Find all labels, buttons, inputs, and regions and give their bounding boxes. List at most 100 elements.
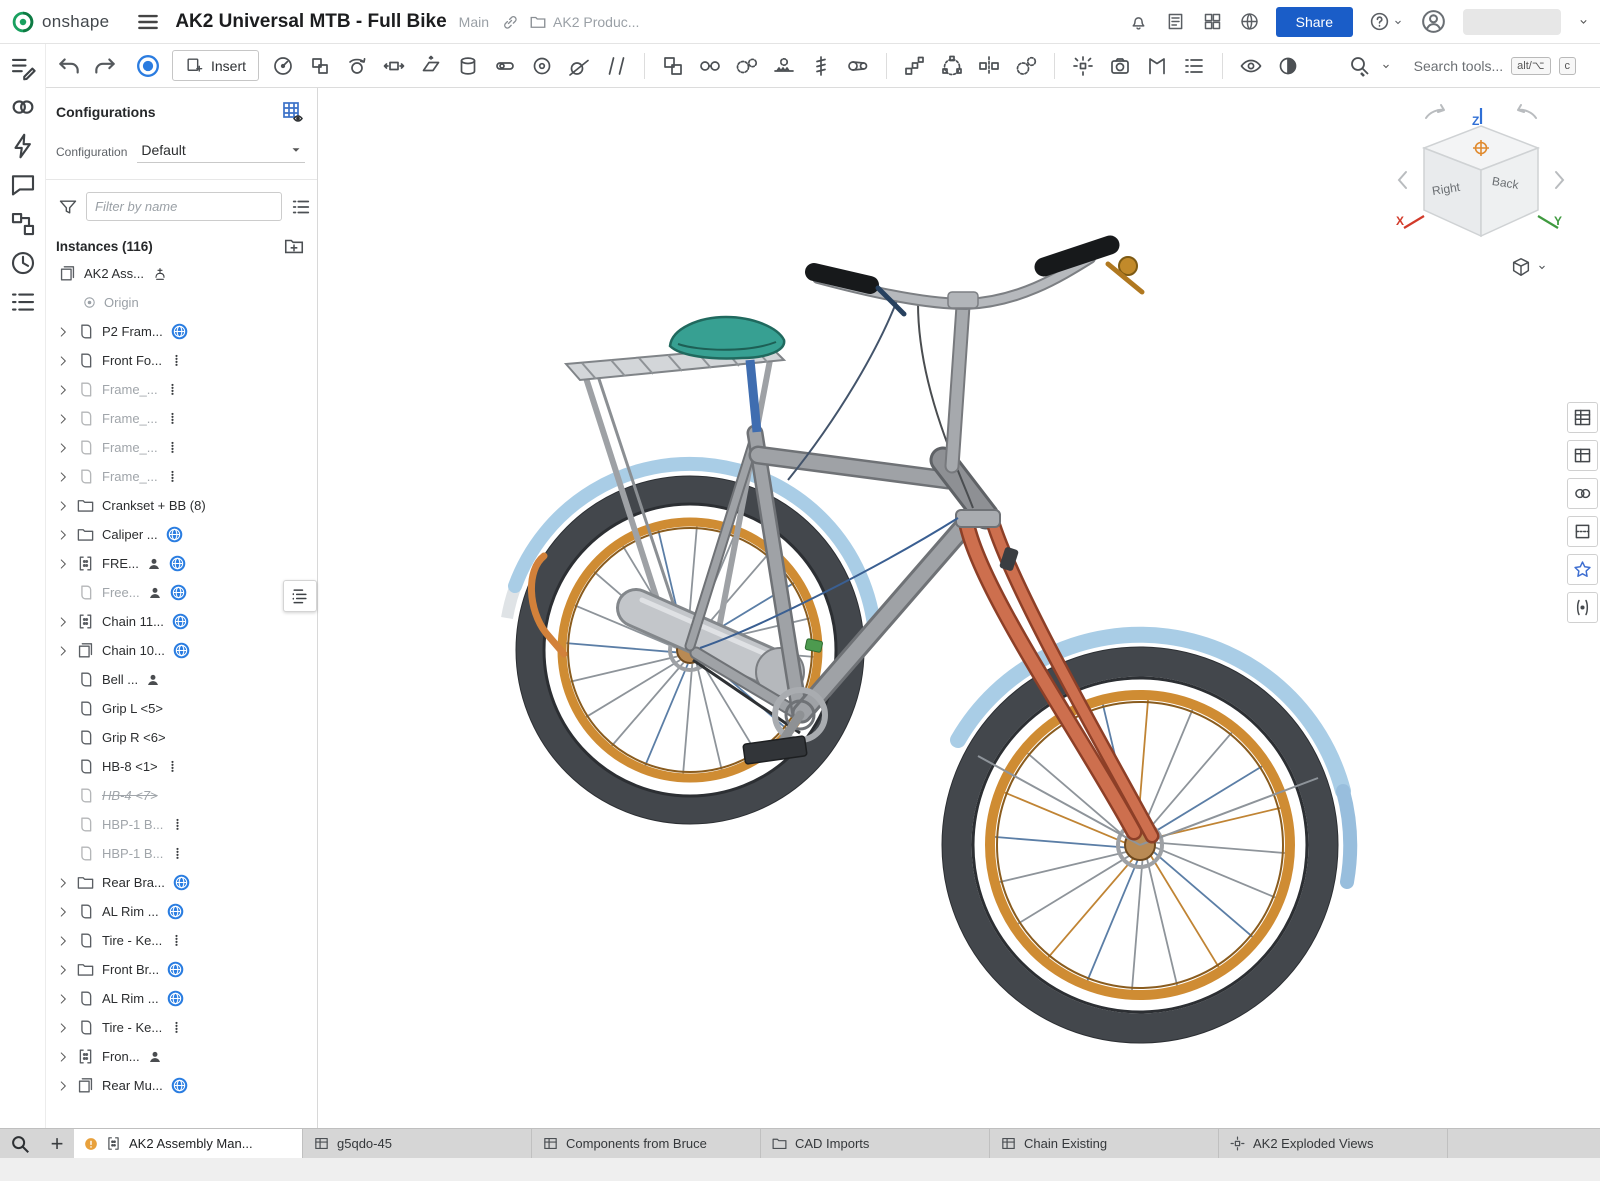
screw-relation-icon[interactable]	[809, 54, 833, 78]
mates-icon[interactable]	[8, 92, 38, 122]
rotate-view-tool-icon[interactable]	[134, 52, 162, 80]
assembly-features-icon[interactable]	[8, 53, 38, 83]
instance-row[interactable]: Front Fo...	[46, 346, 317, 375]
instance-row[interactable]: P2 Fram...	[46, 317, 317, 346]
instance-row[interactable]: Chain 10...	[46, 636, 317, 665]
expand-icon[interactable]	[54, 354, 72, 368]
instance-row[interactable]: Rear Mu...	[46, 1071, 317, 1100]
expand-icon[interactable]	[54, 412, 72, 426]
expand-icon[interactable]	[54, 1050, 72, 1064]
mate-connector-icon[interactable]	[271, 54, 295, 78]
expand-icon[interactable]	[54, 963, 72, 977]
linked-document-icon[interactable]	[167, 990, 184, 1007]
favorites-panel-button[interactable]	[1567, 554, 1598, 585]
doc-tab[interactable]: g5qdo-45	[303, 1129, 532, 1158]
expand-icon[interactable]	[54, 992, 72, 1006]
instance-row[interactable]: Tire - Ke...	[46, 926, 317, 955]
instance-row[interactable]: HBP-1 B...	[46, 839, 317, 868]
comments-icon[interactable]	[8, 170, 38, 200]
display-states-icon[interactable]	[1239, 54, 1263, 78]
expand-icon[interactable]	[54, 557, 72, 571]
linked-document-icon[interactable]	[169, 555, 186, 572]
expand-icon[interactable]	[54, 1079, 72, 1093]
doc-tab[interactable]: Chain Existing	[990, 1129, 1219, 1158]
3d-viewport[interactable]: Right Back X Y Z	[318, 88, 1600, 1128]
named-positions-icon[interactable]	[1145, 54, 1169, 78]
mate-relation-icon[interactable]	[698, 54, 722, 78]
linked-document-icon[interactable]	[166, 526, 183, 543]
expand-icon[interactable]	[54, 528, 72, 542]
linked-document-icon[interactable]	[171, 1077, 188, 1094]
expand-icon[interactable]	[54, 325, 72, 339]
revolute-mate-icon[interactable]	[345, 54, 369, 78]
linked-document-icon[interactable]	[171, 323, 188, 340]
viewcube-x-axis[interactable]: X	[1396, 214, 1404, 228]
expand-icon[interactable]	[54, 644, 72, 658]
expand-icon[interactable]	[54, 499, 72, 513]
notifications-bell-icon[interactable]	[1128, 11, 1149, 32]
instance-row[interactable]: Caliper ...	[46, 520, 317, 549]
help-center-globe-icon[interactable]	[1239, 11, 1260, 32]
handlebar[interactable]	[814, 245, 1142, 466]
expand-icon[interactable]	[54, 470, 72, 484]
instance-row[interactable]: AL Rim ...	[46, 984, 317, 1013]
linked-document-icon[interactable]	[173, 874, 190, 891]
workspace-name[interactable]: Main	[459, 14, 489, 30]
instance-row[interactable]: Rear Bra...	[46, 868, 317, 897]
instance-row[interactable]: HB-8 <1>	[46, 752, 317, 781]
history-icon[interactable]	[8, 248, 38, 278]
tangent-mate-icon[interactable]	[567, 54, 591, 78]
list-options-icon[interactable]	[290, 196, 312, 218]
ball-mate-icon[interactable]	[530, 54, 554, 78]
instance-row[interactable]: Crankset + BB (8)	[46, 491, 317, 520]
origin-row[interactable]: Origin	[46, 288, 317, 317]
panel-toggle-button[interactable]	[283, 580, 317, 612]
appearances-icon[interactable]	[8, 131, 38, 161]
help-menu[interactable]	[1369, 11, 1404, 32]
document-menu-icon[interactable]	[135, 9, 161, 35]
assembly-root-row[interactable]: AK2 Ass...	[46, 259, 317, 288]
variables-panel-button[interactable]	[1567, 592, 1598, 623]
doc-tab[interactable]: AK2 Assembly Man...	[74, 1129, 303, 1158]
parallel-mate-icon[interactable]	[604, 54, 628, 78]
appearance-panel-icon[interactable]	[1276, 54, 1300, 78]
instance-row[interactable]: Front Br...	[46, 955, 317, 984]
versions-icon[interactable]	[8, 209, 38, 239]
app-store-icon[interactable]	[1202, 11, 1223, 32]
linked-document-icon[interactable]	[172, 613, 189, 630]
expand-icon[interactable]	[54, 905, 72, 919]
expand-icon[interactable]	[54, 383, 72, 397]
tab-search-button[interactable]	[0, 1129, 40, 1158]
expand-icon[interactable]	[54, 876, 72, 890]
instance-row[interactable]: Bell ...	[46, 665, 317, 694]
mate-connectors-panel-button[interactable]	[1567, 478, 1598, 509]
share-button[interactable]: Share	[1276, 7, 1353, 37]
gear-relation-icon[interactable]	[735, 54, 759, 78]
undo-button[interactable]	[56, 53, 82, 79]
onshape-logo[interactable]: onshape	[10, 9, 109, 35]
linked-document-icon[interactable]	[167, 961, 184, 978]
expand-icon[interactable]	[54, 441, 72, 455]
new-tab-button[interactable]: +	[40, 1129, 74, 1158]
instance-row[interactable]: Chain 11...	[46, 607, 317, 636]
instances-panel-button[interactable]	[1567, 440, 1598, 471]
insert-button[interactable]: Insert	[172, 50, 259, 81]
filter-icon[interactable]	[58, 197, 78, 217]
pin-slot-mate-icon[interactable]	[493, 54, 517, 78]
instance-row[interactable]: Free...	[46, 578, 317, 607]
instance-row[interactable]: AL Rim ...	[46, 897, 317, 926]
linked-document-icon[interactable]	[167, 903, 184, 920]
expand-icon[interactable]	[54, 934, 72, 948]
bom-create-icon[interactable]	[1182, 54, 1206, 78]
share-link-icon[interactable]	[501, 13, 519, 31]
instance-row[interactable]: Frame_...	[46, 433, 317, 462]
bom-table-button[interactable]	[1567, 402, 1598, 433]
expand-icon[interactable]	[54, 615, 72, 629]
instance-row[interactable]: Fron...	[46, 1042, 317, 1071]
view-options-button[interactable]	[1510, 256, 1548, 278]
avatar[interactable]	[1420, 8, 1447, 35]
linked-document-icon[interactable]	[170, 584, 187, 601]
planar-mate-icon[interactable]	[419, 54, 443, 78]
account-caret-icon[interactable]	[1577, 15, 1590, 28]
gear-tools-icon[interactable]	[1014, 54, 1038, 78]
